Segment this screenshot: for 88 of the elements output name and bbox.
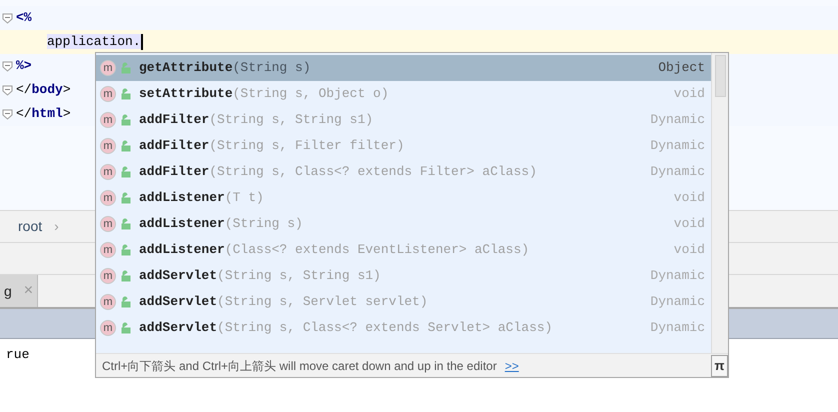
lock-icon bbox=[121, 166, 131, 178]
breadcrumb-separator: › bbox=[54, 217, 59, 236]
method-params: (String s, Filter filter) bbox=[209, 137, 404, 156]
fold-marker-icon[interactable] bbox=[2, 12, 12, 24]
return-type: Dynamic bbox=[650, 111, 705, 130]
method-name: setAttribute bbox=[139, 85, 233, 104]
code-token: <% bbox=[16, 10, 32, 26]
return-type: Dynamic bbox=[650, 319, 705, 338]
method-icon: m bbox=[100, 216, 116, 232]
hint-text: Ctrl+向下箭头 and Ctrl+向上箭头 will move caret down and up in the editor bbox=[102, 358, 497, 374]
code-token: > bbox=[62, 106, 71, 122]
completion-item[interactable]: m addFilter(String s, Filter filter) Dynamic bbox=[96, 133, 711, 159]
completion-item[interactable]: m addListener(T t) void bbox=[96, 185, 711, 211]
fold-marker-icon[interactable] bbox=[2, 60, 12, 72]
method-icon: m bbox=[100, 138, 116, 154]
code-token: %> bbox=[16, 58, 32, 74]
return-type: Dynamic bbox=[650, 293, 705, 312]
method-name: addListener bbox=[139, 189, 225, 208]
lock-icon bbox=[121, 270, 131, 282]
method-icon: m bbox=[100, 86, 116, 102]
method-icon: m bbox=[100, 268, 116, 284]
code-token: body bbox=[32, 82, 63, 98]
lock-icon bbox=[121, 218, 131, 230]
breadcrumb-item[interactable]: root bbox=[18, 216, 42, 237]
method-params: (String s) bbox=[224, 215, 303, 234]
method-icon: m bbox=[100, 190, 116, 206]
method-icon: m bbox=[100, 164, 116, 180]
tool-window-tab[interactable]: g × bbox=[0, 275, 38, 307]
method-name: addListener bbox=[139, 215, 225, 234]
return-type: Object bbox=[658, 59, 705, 78]
lock-icon bbox=[121, 114, 131, 126]
method-params: (String s, String s1) bbox=[209, 111, 374, 130]
method-name: addServlet bbox=[139, 293, 218, 312]
completion-item[interactable]: m setAttribute(String s, Object o) void bbox=[96, 81, 711, 107]
lock-icon bbox=[121, 62, 131, 74]
method-params: (String s, String s1) bbox=[217, 267, 381, 286]
code-token: application. bbox=[47, 34, 141, 50]
lock-icon bbox=[121, 322, 131, 334]
lock-icon bbox=[121, 140, 131, 152]
lock-icon bbox=[121, 88, 131, 100]
text-caret bbox=[140, 34, 143, 50]
return-type: Dynamic bbox=[650, 163, 705, 182]
completion-item[interactable]: m getAttribute(String s) Object bbox=[96, 55, 711, 81]
pi-button[interactable]: π bbox=[711, 354, 728, 376]
completion-item[interactable]: m addServlet(String s, String s1) Dynamic bbox=[96, 263, 711, 289]
completion-item[interactable]: m addListener(String s) void bbox=[96, 211, 711, 237]
return-type: Dynamic bbox=[650, 137, 705, 156]
method-params: (String s, Servlet servlet) bbox=[217, 293, 428, 312]
code-token: html bbox=[32, 106, 63, 122]
return-type: void bbox=[674, 189, 705, 208]
completion-item[interactable]: m addServlet(String s, Servlet servlet) Dynamic bbox=[96, 289, 711, 315]
method-name: addFilter bbox=[139, 137, 210, 156]
method-params: (String s) bbox=[232, 59, 311, 78]
method-icon: m bbox=[100, 242, 116, 258]
code-token: > bbox=[62, 82, 71, 98]
completion-item[interactable]: m addFilter(String s, Class<? extends Filter> aClass) Dynamic bbox=[96, 159, 711, 185]
lock-icon bbox=[121, 192, 131, 204]
method-params: (String s, Class<? extends Servlet> aClass) bbox=[217, 319, 552, 338]
lock-icon bbox=[121, 244, 131, 256]
completion-item[interactable]: m addListener(Class<? extends EventListener> aClass) void bbox=[96, 237, 711, 263]
completion-item[interactable]: m addServlet(String s, Class<? extends Servlet> aClass) Dynamic bbox=[96, 315, 711, 341]
method-name: getAttribute bbox=[139, 59, 233, 78]
method-params: (Class<? extends EventListener> aClass) bbox=[224, 241, 530, 260]
method-params: (String s, Object o) bbox=[232, 85, 389, 104]
method-name: addFilter bbox=[139, 111, 210, 130]
method-icon: m bbox=[100, 60, 116, 76]
method-name: addListener bbox=[139, 241, 225, 260]
return-type: void bbox=[674, 215, 705, 234]
hint-link[interactable]: >> bbox=[504, 356, 519, 374]
console-output: rue bbox=[5, 346, 30, 364]
return-type: void bbox=[674, 241, 705, 260]
fold-marker-icon[interactable] bbox=[2, 108, 12, 120]
method-name: addServlet bbox=[139, 319, 218, 338]
method-params: (T t) bbox=[224, 189, 264, 208]
method-icon: m bbox=[100, 112, 116, 128]
code-token: </ bbox=[16, 106, 32, 122]
completion-item[interactable]: m addFilter(String s, String s1) Dynamic bbox=[96, 107, 711, 133]
scrollbar-thumb[interactable] bbox=[714, 55, 726, 97]
method-name: addServlet bbox=[139, 267, 218, 286]
return-type: void bbox=[674, 85, 705, 104]
method-params: (String s, Class<? extends Filter> aClass) bbox=[209, 163, 537, 182]
lock-icon bbox=[121, 296, 131, 308]
return-type: Dynamic bbox=[650, 267, 705, 286]
method-name: addFilter bbox=[139, 163, 210, 182]
method-icon: m bbox=[100, 294, 116, 310]
method-icon: m bbox=[100, 320, 116, 336]
fold-marker-icon[interactable] bbox=[2, 84, 12, 96]
code-token: </ bbox=[16, 82, 32, 98]
